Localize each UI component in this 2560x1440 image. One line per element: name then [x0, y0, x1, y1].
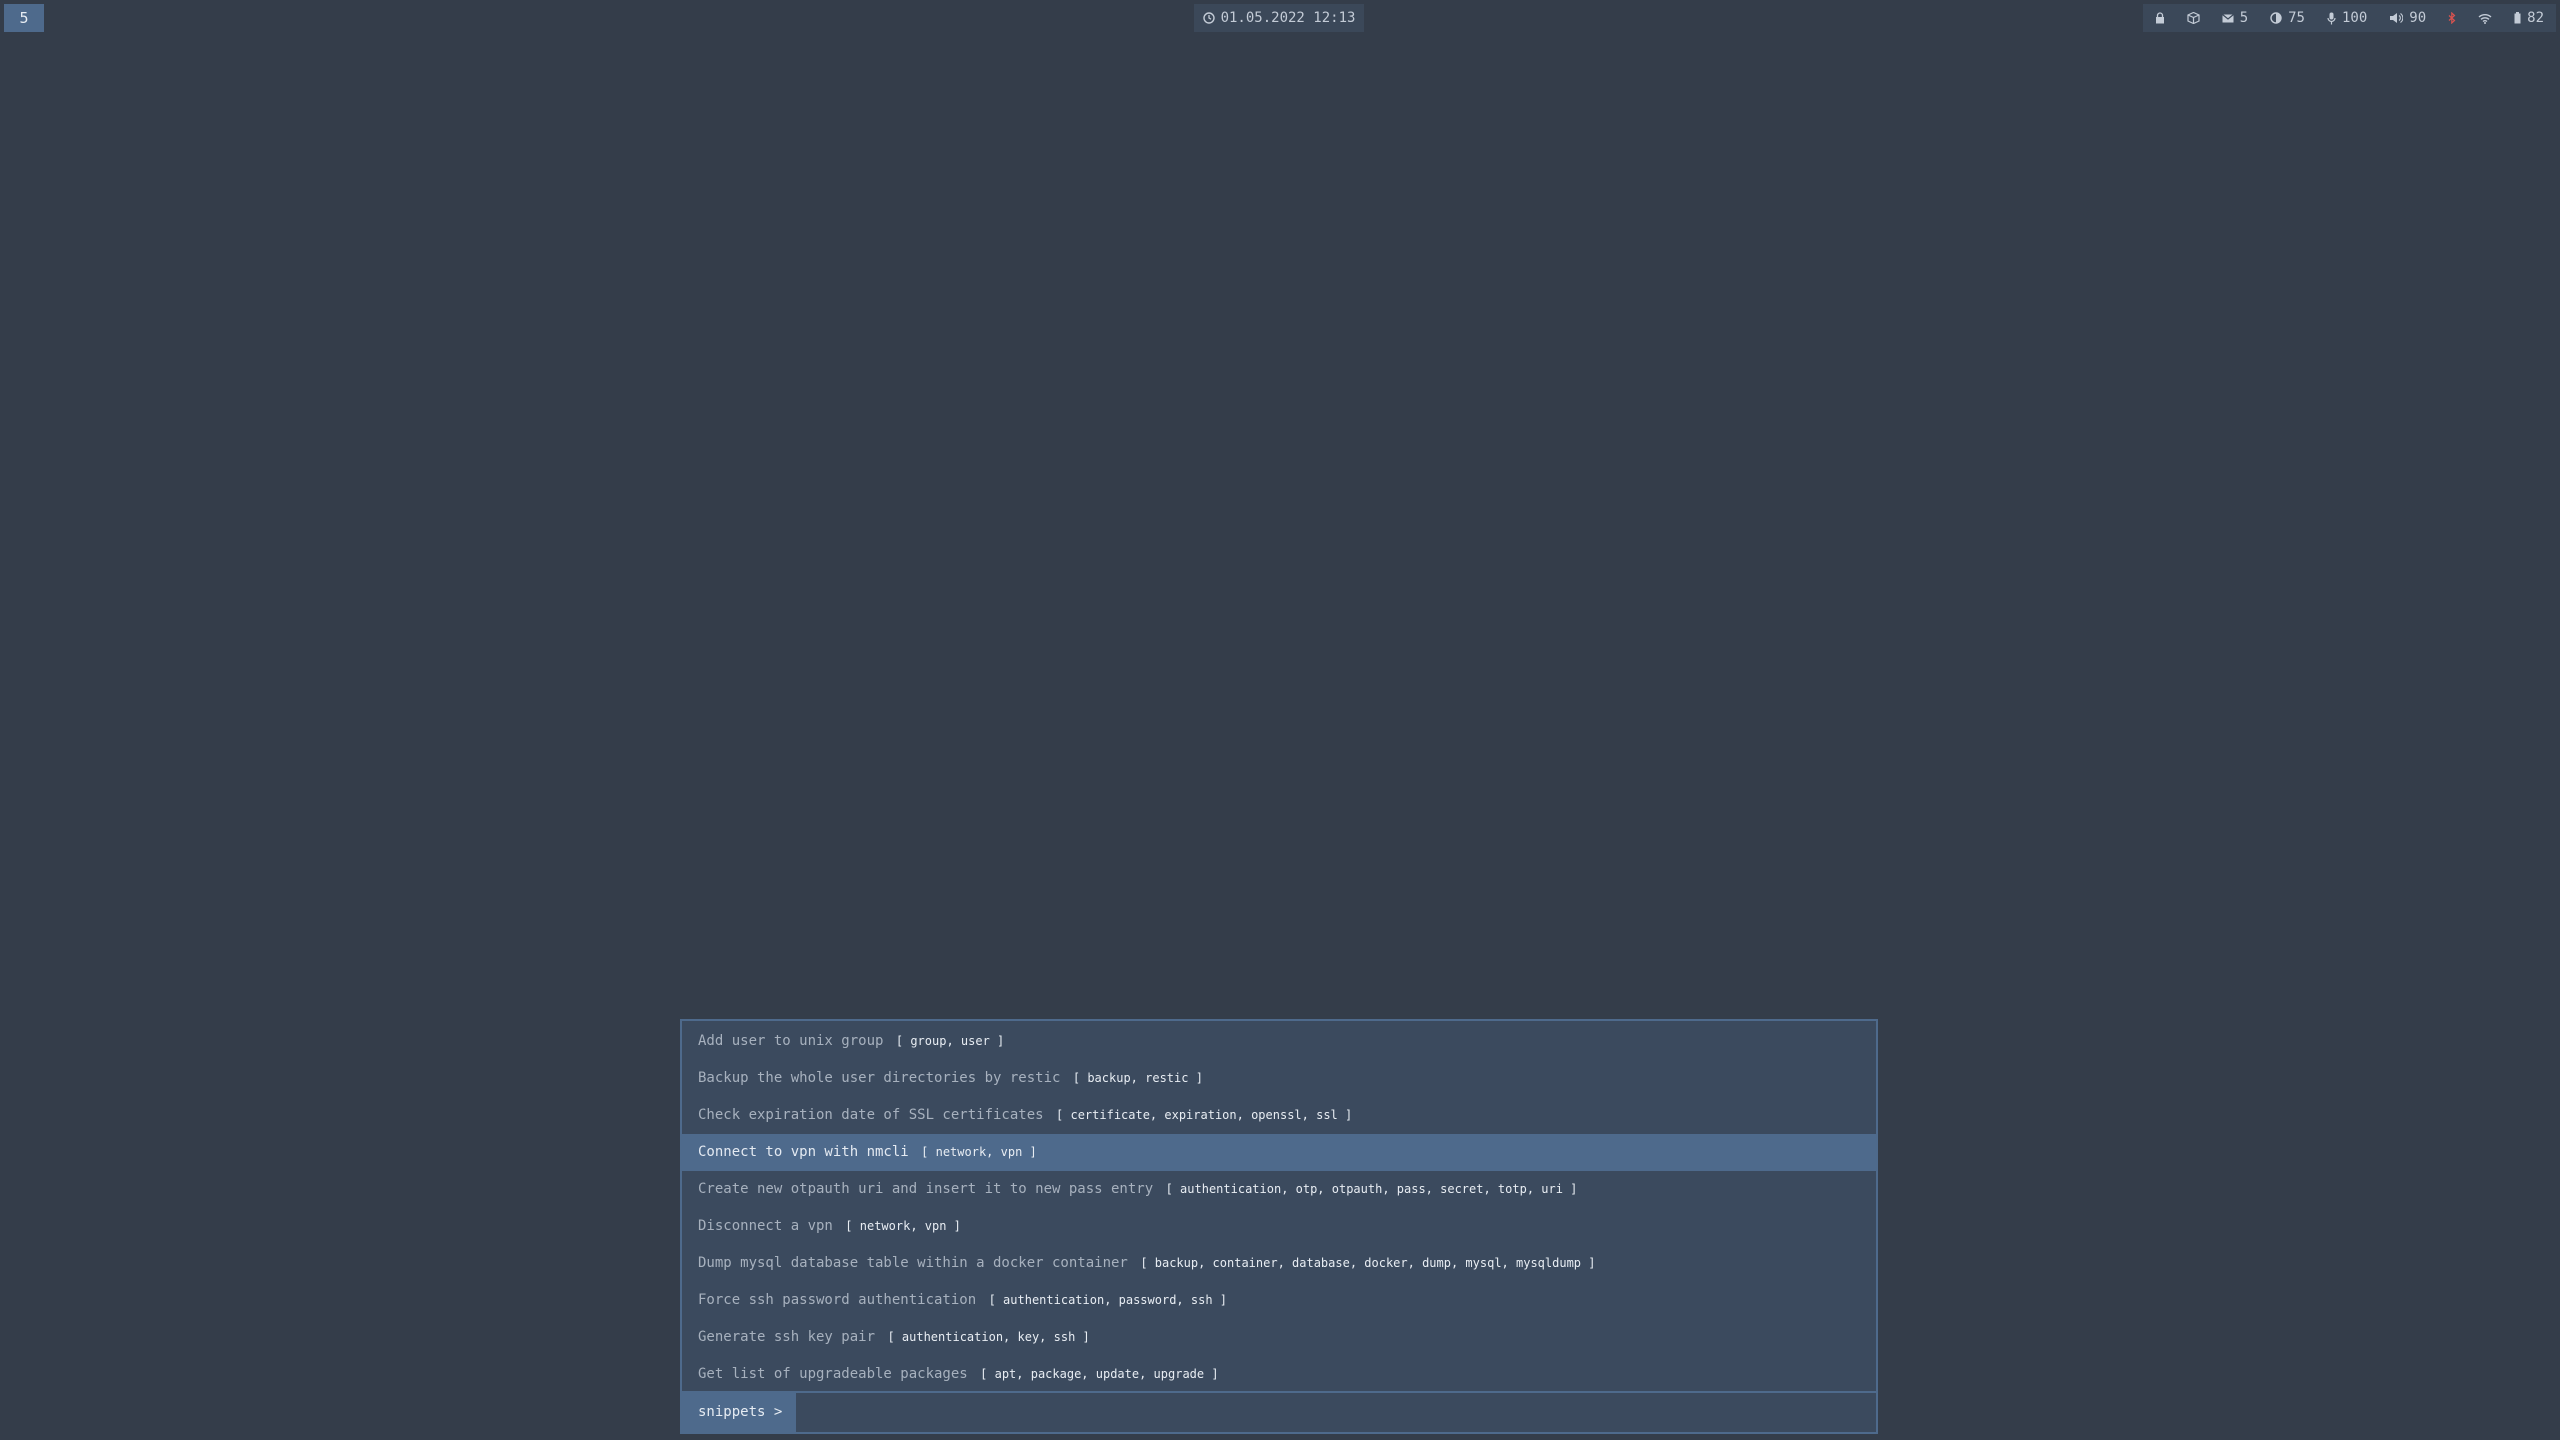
lock-icon — [2155, 12, 2164, 24]
package-icon — [2187, 12, 2200, 24]
clock[interactable]: 01.05.2022 12:13 — [1194, 4, 1364, 32]
snippet-title: Dump mysql database table within a docke… — [698, 1255, 1128, 1271]
volume-indicator[interactable]: 90 — [2389, 10, 2426, 26]
bluetooth-icon — [2448, 12, 2456, 24]
list-item[interactable]: Disconnect a vpn [ network, vpn ] — [682, 1208, 1876, 1245]
snippet-list: Add user to unix group [ group, user ] B… — [682, 1021, 1876, 1395]
snippet-title: Add user to unix group — [698, 1033, 884, 1049]
battery-icon — [2514, 12, 2521, 24]
clock-icon — [1202, 12, 1215, 24]
microphone-value: 100 — [2341, 10, 2368, 26]
top-bar: 5 01.05.2022 12:13 5 75 100 90 82 — [0, 0, 2560, 36]
wifi-icon — [2478, 13, 2492, 24]
wifi-indicator[interactable] — [2478, 13, 2492, 24]
list-item[interactable]: Generate ssh key pair [ authentication, … — [682, 1319, 1876, 1356]
prompt-label: snippets > — [682, 1393, 797, 1432]
snippet-tags: [ backup, container, database, docker, d… — [1140, 1256, 1596, 1270]
snippet-title: Disconnect a vpn — [698, 1218, 833, 1234]
list-item[interactable]: Dump mysql database table within a docke… — [682, 1245, 1876, 1282]
lock-indicator[interactable] — [2155, 12, 2165, 24]
list-item[interactable]: Backup the whole user directories by res… — [682, 1060, 1876, 1097]
snippet-title: Backup the whole user directories by res… — [698, 1070, 1061, 1086]
snippet-title: Create new otpauth uri and insert it to … — [698, 1181, 1154, 1197]
snippet-tags: [ certificate, expiration, openssl, ssl … — [1056, 1108, 1353, 1122]
snippet-tags: [ apt, package, update, upgrade ] — [980, 1367, 1219, 1381]
brightness-indicator[interactable]: 75 — [2270, 10, 2305, 26]
list-item[interactable]: Check expiration date of SSL certificate… — [682, 1097, 1876, 1134]
prompt-bar: snippets > — [682, 1391, 1876, 1432]
list-item[interactable]: Add user to unix group [ group, user ] — [682, 1023, 1876, 1060]
snippet-title: Check expiration date of SSL certificate… — [698, 1107, 1044, 1123]
workspace-button[interactable]: 5 — [4, 4, 44, 32]
mail-count: 5 — [2239, 10, 2249, 26]
snippet-title: Connect to vpn with nmcli — [698, 1144, 909, 1160]
clock-text: 01.05.2022 12:13 — [1220, 10, 1356, 26]
snippet-title: Force ssh password authentication — [698, 1292, 977, 1308]
list-item[interactable]: Create new otpauth uri and insert it to … — [682, 1171, 1876, 1208]
snippet-title: Generate ssh key pair — [698, 1329, 876, 1345]
snippet-tags: [ network, vpn ] — [921, 1145, 1037, 1159]
package-indicator[interactable] — [2187, 12, 2200, 24]
bluetooth-indicator[interactable] — [2448, 12, 2456, 24]
list-item[interactable]: Connect to vpn with nmcli [ network, vpn… — [682, 1134, 1876, 1171]
snippet-tags: [ group, user ] — [895, 1034, 1005, 1048]
mail-icon — [2221, 13, 2234, 22]
mail-indicator[interactable]: 5 — [2221, 10, 2249, 26]
microphone-indicator[interactable]: 100 — [2327, 10, 2367, 26]
brightness-icon — [2270, 12, 2282, 24]
brightness-value: 75 — [2288, 10, 2305, 26]
list-item[interactable]: Force ssh password authentication [ auth… — [682, 1282, 1876, 1319]
search-input[interactable] — [796, 1393, 1876, 1432]
battery-value: 82 — [2527, 10, 2544, 26]
system-tray: 5 75 100 90 82 — [2142, 4, 2556, 32]
volume-icon — [2390, 13, 2404, 23]
microphone-icon — [2327, 12, 2336, 24]
volume-value: 90 — [2409, 10, 2427, 26]
snippet-tags: [ authentication, password, ssh ] — [988, 1293, 1228, 1307]
battery-indicator[interactable]: 82 — [2514, 10, 2544, 26]
snippet-tags: [ authentication, key, ssh ] — [887, 1330, 1090, 1344]
snippet-tags: [ backup, restic ] — [1072, 1071, 1203, 1085]
snippet-tags: [ network, vpn ] — [845, 1219, 961, 1233]
snippet-title: Get list of upgradeable packages — [698, 1366, 968, 1382]
snippets-launcher: Add user to unix group [ group, user ] B… — [680, 1019, 1878, 1434]
snippet-tags: [ authentication, otp, otpauth, pass, se… — [1165, 1182, 1578, 1196]
list-item[interactable]: Get list of upgradeable packages [ apt, … — [682, 1356, 1876, 1393]
